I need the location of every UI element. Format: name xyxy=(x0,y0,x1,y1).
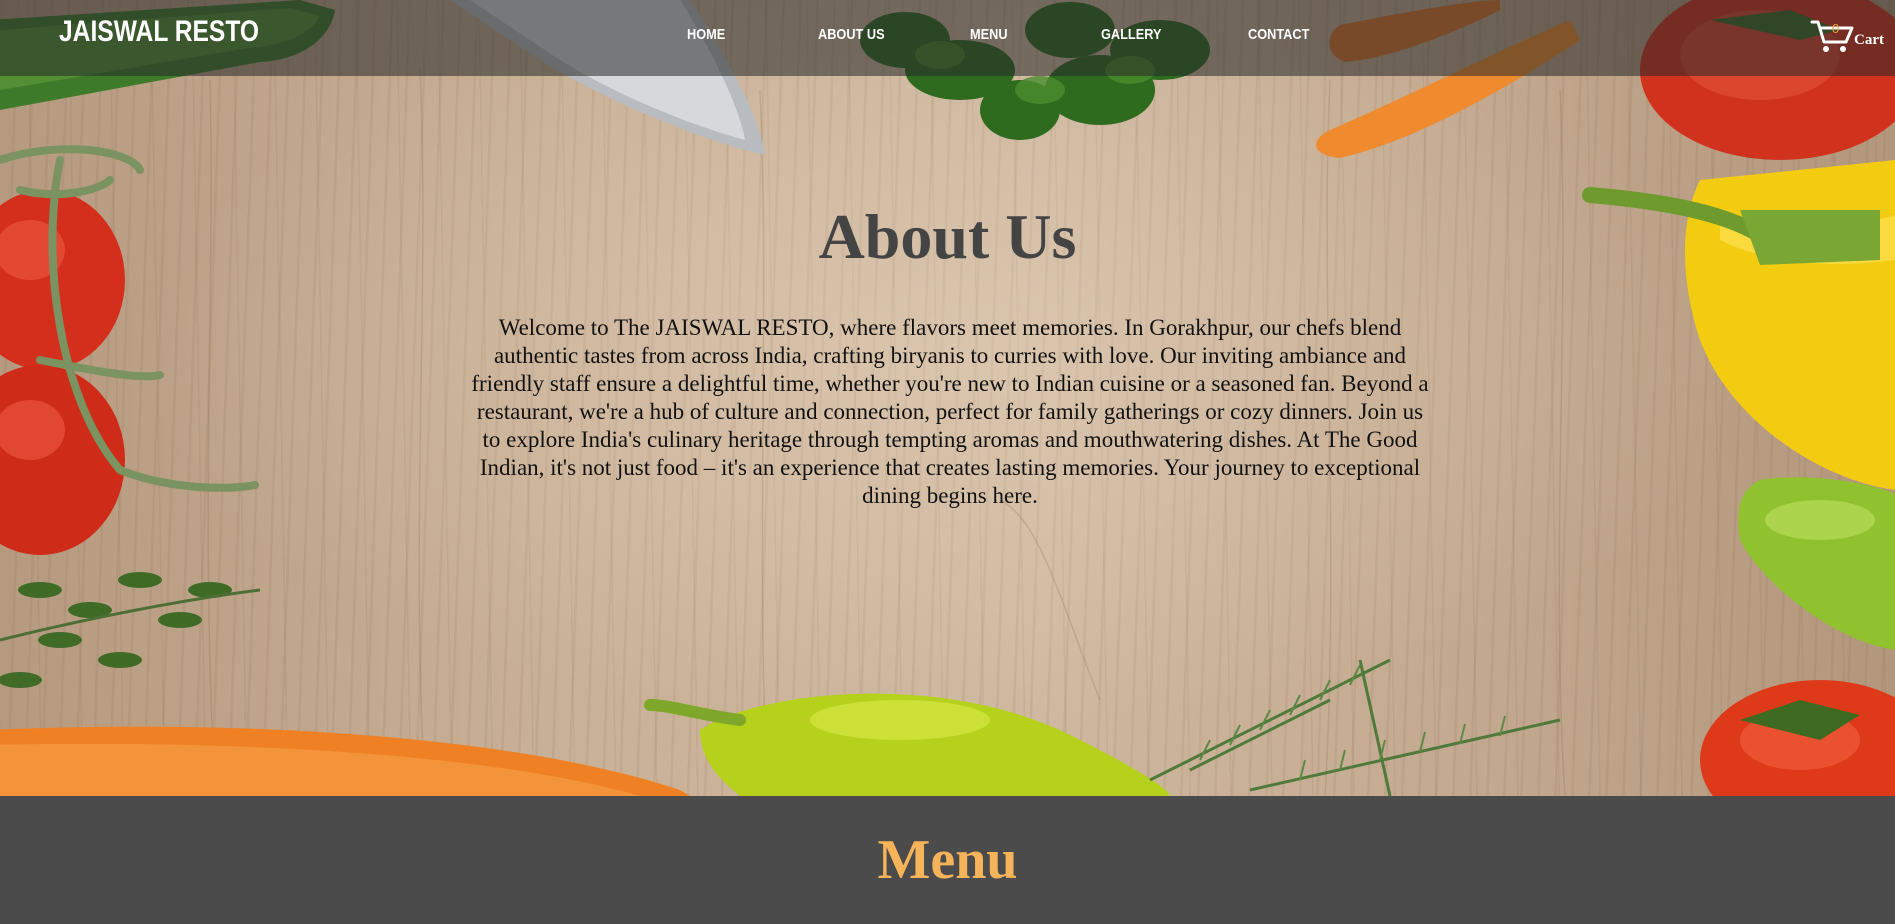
about-description: Welcome to The JAISWAL RESTO, where flav… xyxy=(471,315,1429,508)
nav-about-us[interactable]: ABOUT US xyxy=(818,26,885,43)
menu-section: Menu xyxy=(0,796,1895,924)
menu-title: Menu xyxy=(877,829,1018,891)
cart-count-badge: 0 xyxy=(1832,21,1840,36)
nav-menu[interactable]: MENU xyxy=(970,26,1008,43)
top-navbar: JAISWAL RESTO HOME ABOUT US MENU GALLERY… xyxy=(0,0,1895,76)
about-title: About Us xyxy=(818,201,1077,272)
cart-button[interactable]: 0 Cart xyxy=(1810,18,1890,58)
brand-logo[interactable]: JAISWAL RESTO xyxy=(59,15,259,49)
cart-label: Cart xyxy=(1854,32,1884,48)
nav-gallery[interactable]: GALLERY xyxy=(1101,26,1161,43)
nav-home[interactable]: HOME xyxy=(687,26,725,43)
nav-contact[interactable]: CONTACT xyxy=(1248,26,1309,43)
